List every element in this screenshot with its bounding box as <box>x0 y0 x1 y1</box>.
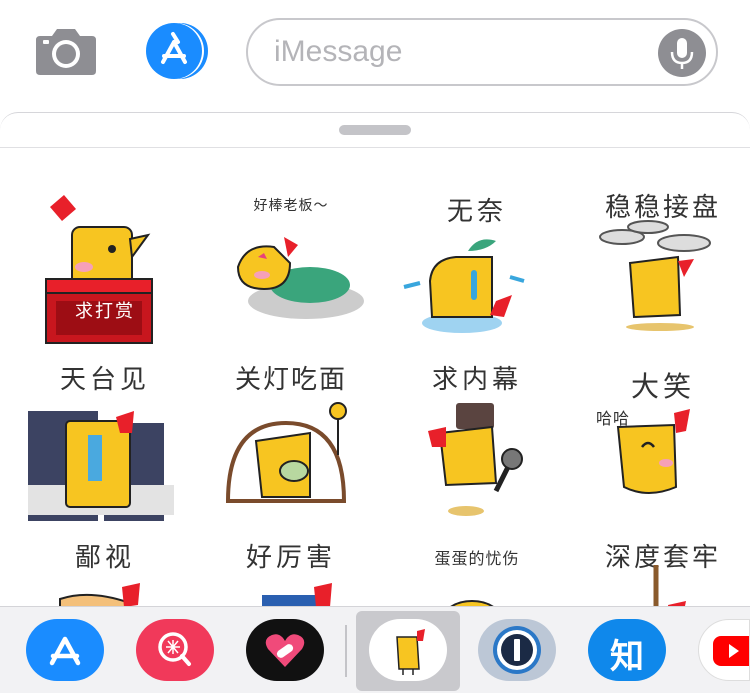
tray-zhihu-button[interactable]: 知 <box>588 619 666 681</box>
camera-icon[interactable] <box>34 26 98 76</box>
image-search-icon <box>158 632 191 666</box>
message-input[interactable] <box>274 32 634 72</box>
sticker-bishi[interactable]: 鄙视 <box>20 525 190 606</box>
app-tray: 知 <box>0 606 750 693</box>
microphone-icon <box>670 38 694 69</box>
sticker-haolihai[interactable]: 好厉害 <box>206 525 376 606</box>
sticker-haobang-laoban[interactable]: 好棒老板～ <box>206 177 376 347</box>
sticker-grid: 求打赏 好棒老板～ 无奈 稳稳接盘 天台见 关灯吃面 求内幕 大笑 哈哈 鄙视 … <box>0 149 750 606</box>
sticker-drawer: 求打赏 好棒老板～ 无奈 稳稳接盘 天台见 关灯吃面 求内幕 大笑 哈哈 鄙视 … <box>0 112 750 606</box>
drawer-separator <box>0 147 750 148</box>
tray-youtube-button[interactable] <box>698 619 750 681</box>
sticker-tiantai-jian[interactable]: 天台见 <box>20 351 190 521</box>
chick-icon <box>396 629 425 675</box>
sticker-caption: 求打赏 <box>75 301 135 322</box>
sticker-dandan-youshang[interactable]: 蛋蛋的忧伤 <box>392 525 562 606</box>
sticker-guandeng-chimian[interactable]: 关灯吃面 <box>206 351 376 521</box>
zhihu-icon: 知 <box>610 637 644 677</box>
drawer-grabber[interactable] <box>339 125 411 135</box>
sticker-shendu-taolao[interactable]: 深度套牢 <box>578 525 748 606</box>
app-store-button[interactable] <box>140 22 212 80</box>
tray-chick-sticker-button[interactable] <box>369 619 447 681</box>
sticker-qiu-neimu[interactable]: 求内幕 <box>392 351 562 521</box>
compose-bar <box>0 0 750 110</box>
tray-heart-app-button[interactable] <box>246 619 324 681</box>
tray-divider <box>345 625 347 677</box>
youtube-icon <box>713 636 749 666</box>
sticker-qiu-dashang[interactable]: 求打赏 <box>20 177 190 347</box>
tray-image-search-button[interactable] <box>136 619 214 681</box>
message-field[interactable] <box>246 18 718 86</box>
tray-app-store-button[interactable] <box>26 619 104 681</box>
app-store-icon <box>49 636 81 666</box>
1password-icon <box>493 626 541 674</box>
sticker-wunai[interactable]: 无奈 <box>392 177 562 347</box>
tray-1password-button[interactable] <box>478 619 556 681</box>
heart-icon <box>265 634 305 667</box>
microphone-button[interactable] <box>658 29 706 77</box>
sticker-wenwen-jiepan[interactable]: 稳稳接盘 <box>578 177 748 347</box>
sticker-daxiao[interactable]: 大笑 哈哈 <box>578 351 748 521</box>
